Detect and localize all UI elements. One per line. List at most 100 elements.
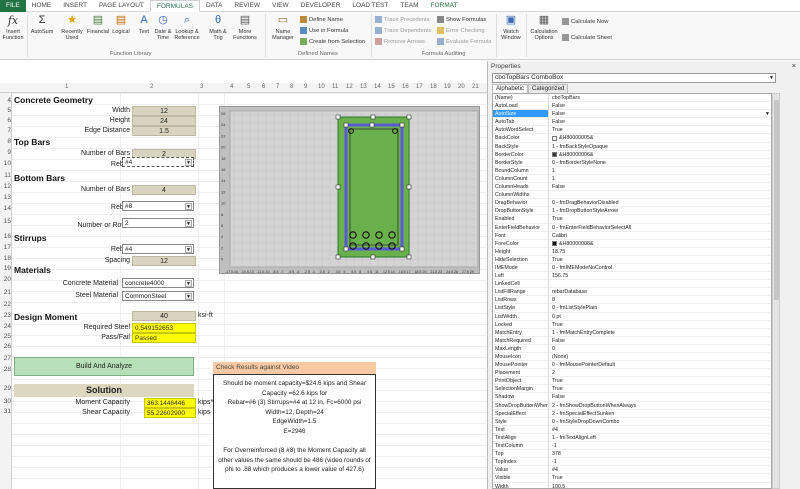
property-value[interactable]: Calibri: [549, 232, 771, 239]
row-header[interactable]: 17: [0, 244, 11, 251]
chevron-down-icon[interactable]: ▼: [185, 220, 192, 227]
property-row[interactable]: Top 378: [493, 450, 771, 459]
property-row[interactable]: ColumnHeads False: [493, 183, 771, 192]
column-header[interactable]: 7: [276, 84, 279, 90]
ribbon-tab-view[interactable]: VIEW: [266, 0, 295, 12]
ribbon-tab-review[interactable]: REVIEW: [228, 0, 266, 12]
property-row[interactable]: BackColor &H80000005&: [493, 134, 771, 143]
ribbon-tab-team[interactable]: TEAM: [394, 0, 424, 12]
width-value-cell[interactable]: 12: [132, 106, 196, 116]
property-value[interactable]: False: [549, 183, 771, 190]
row-header[interactable]: 21: [0, 289, 11, 296]
property-value[interactable]: (None): [549, 353, 771, 360]
chevron-down-icon[interactable]: ▼: [185, 246, 192, 253]
top-rebar-combobox[interactable]: #4 ▼: [122, 157, 194, 167]
row-header[interactable]: 28: [0, 366, 11, 373]
math-trig-button[interactable]: θ Math & Trig: [207, 14, 229, 41]
property-row[interactable]: (Name) cboTopBars: [493, 94, 771, 103]
column-header[interactable]: 17: [416, 84, 423, 90]
calculate-now-button[interactable]: Calculate Now: [562, 18, 608, 25]
chevron-down-icon[interactable]: ▼: [185, 293, 192, 300]
row-header[interactable]: 7: [0, 127, 11, 134]
property-value[interactable]: 1 - fmDropButtonStyleArrow: [549, 207, 771, 214]
row-header[interactable]: 26: [0, 343, 11, 350]
define-name-button[interactable]: Define Name: [300, 16, 343, 23]
property-value[interactable]: 2 - fmSpecialEffectSunken: [549, 410, 771, 417]
property-value[interactable]: 378: [549, 450, 771, 457]
property-row[interactable]: Height 18.75: [493, 247, 771, 256]
row-header[interactable]: 4: [0, 97, 11, 104]
property-row[interactable]: MatchRequired False: [493, 336, 771, 345]
property-value[interactable]: 0 - fmIMEModeNoControl: [549, 264, 771, 271]
property-row[interactable]: ListWidth 0 pt: [493, 312, 771, 321]
property-row[interactable]: BorderColor &H80000006&: [493, 150, 771, 159]
property-value[interactable]: 0 - fmEnterFieldBehaviorSelectAll: [549, 224, 771, 231]
property-value[interactable]: 0 - fmStyleDropDownCombo: [549, 418, 771, 425]
recently-used-button[interactable]: ★ Recently Used: [61, 14, 83, 41]
property-value[interactable]: False: [549, 118, 771, 125]
column-header[interactable]: 18: [430, 84, 437, 90]
property-row[interactable]: TextAlign 1 - fmTextAlignLeft: [493, 433, 771, 443]
property-row[interactable]: MatchEntry 1 - fmMatchEntryComplete: [493, 328, 771, 337]
ribbon-tab-file[interactable]: FILE: [0, 0, 26, 12]
property-row[interactable]: EnterFieldBehavior 0 - fmEnterFieldBehavi…: [493, 223, 771, 232]
row-header[interactable]: 16: [0, 233, 11, 240]
row-header[interactable]: 31: [0, 408, 11, 415]
row-header[interactable]: 18: [0, 255, 11, 262]
row-header[interactable]: 24: [0, 323, 11, 330]
row-header[interactable]: 19: [0, 265, 11, 272]
property-row[interactable]: Font Calibri: [493, 231, 771, 240]
property-row[interactable]: Width 100.5: [493, 482, 771, 488]
row-header[interactable]: 30: [0, 398, 11, 405]
property-value[interactable]: 8: [549, 296, 771, 303]
property-value[interactable]: 0 - fmMousePointerDefault: [549, 361, 771, 368]
property-row[interactable]: DragBehavior 0 - fmDragBehaviorDisabled: [493, 199, 771, 208]
property-row[interactable]: AutoWordSelect True: [493, 126, 771, 135]
property-row[interactable]: BoundColumn 1: [493, 166, 771, 175]
ribbon-tab-insert[interactable]: INSERT: [57, 0, 93, 12]
property-value[interactable]: False: [549, 337, 771, 344]
stirrup-rebar-combobox[interactable]: #4 ▼: [122, 244, 194, 254]
property-value[interactable]: False ▼: [549, 110, 771, 117]
beam-section-drawing[interactable]: 26 24 22 20 18 16 14 12 10 8 6 4 2 0 -17.5 -16 -14.5 -13-…: [219, 106, 480, 274]
property-row[interactable]: TopIndex -1: [493, 458, 771, 467]
spacing-value-cell[interactable]: 12: [132, 256, 196, 266]
property-row[interactable]: IMEMode 0 - fmIMEModeNoControl: [493, 263, 771, 273]
remove-arrows-button[interactable]: Remove Arrows: [375, 38, 425, 45]
property-row[interactable]: Value #4: [493, 466, 771, 475]
row-header[interactable]: 9: [0, 149, 11, 156]
column-header[interactable]: 13: [360, 84, 367, 90]
row-header[interactable]: 10: [0, 160, 11, 167]
property-row[interactable]: MouseIcon (None): [493, 353, 771, 362]
column-header[interactable]: 1: [65, 84, 68, 90]
properties-scrollbar[interactable]: [772, 93, 780, 489]
column-header[interactable]: 2: [150, 84, 153, 90]
date-time-button[interactable]: ◷ Date & Time: [152, 14, 174, 41]
concrete-material-combobox[interactable]: concrete4000 ▼: [122, 278, 194, 288]
autosum-button[interactable]: Σ AutoSum: [31, 14, 54, 35]
row-header[interactable]: 14: [0, 205, 11, 212]
column-header[interactable]: 14: [374, 84, 381, 90]
property-value[interactable]: 1 - fmMatchEntryComplete: [549, 329, 771, 336]
property-row[interactable]: Style 0 - fmStyleDropDownCombo: [493, 417, 771, 426]
property-value[interactable]: 18.75: [549, 248, 771, 255]
property-value[interactable]: 156.75: [549, 272, 771, 279]
property-row[interactable]: Visible True: [493, 474, 771, 483]
column-header[interactable]: 10: [318, 84, 325, 90]
row-header[interactable]: 20: [0, 276, 11, 283]
property-row[interactable]: Text #4: [493, 425, 771, 434]
property-row[interactable]: ShowDropButtonWhen 2 - fmShowDropButtonWh…: [493, 401, 771, 410]
property-row[interactable]: DropButtonStyle 1 - fmDropButtonStyleArro…: [493, 207, 771, 216]
property-row[interactable]: ColumnCount 1: [493, 174, 771, 184]
property-value[interactable]: #4: [549, 426, 771, 433]
property-row[interactable]: TextColumn -1: [493, 442, 771, 451]
row-header[interactable]: 22: [0, 301, 11, 308]
bottom-number-of-bars-cell[interactable]: 4: [132, 185, 196, 195]
lookup-reference-button[interactable]: ⌕ Lookup & Reference: [174, 14, 199, 41]
property-row[interactable]: HideSelection True: [493, 255, 771, 264]
column-header[interactable]: 3: [200, 84, 203, 90]
name-manager-button[interactable]: ▭ Name Manager: [270, 14, 296, 41]
insert-function-button[interactable]: fx Insert Function: [2, 14, 24, 41]
column-header[interactable]: 6: [262, 84, 265, 90]
more-functions-button[interactable]: ▤ More Functions: [233, 14, 257, 41]
